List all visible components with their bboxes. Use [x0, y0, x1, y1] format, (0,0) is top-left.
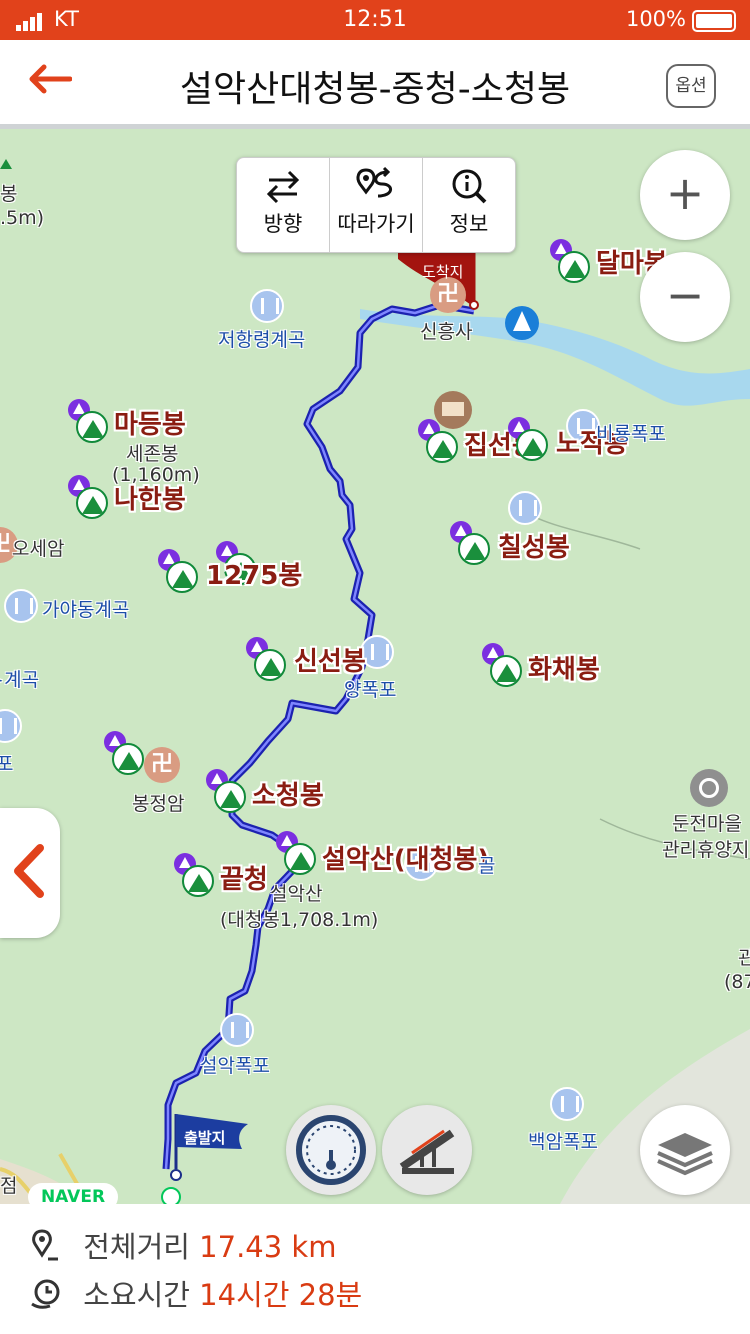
- forest-icon: [505, 306, 539, 340]
- place-label: 신흥사: [420, 321, 473, 343]
- app-header: 설악산대청봉-중청-소청봉 옵션: [0, 40, 750, 124]
- direction-label: 방향: [263, 212, 303, 236]
- page-title: 설악산대청봉-중청-소청봉: [179, 69, 571, 110]
- battery-icon: [692, 10, 736, 32]
- time-label: 소요시간: [83, 1278, 190, 1312]
- layers-icon: [657, 1133, 713, 1176]
- place-label: 관: [738, 947, 750, 969]
- peak-label[interactable]: 칠성봉: [498, 527, 570, 564]
- waterfall-icon: [508, 491, 542, 525]
- place-label: 관리휴양지: [662, 839, 750, 861]
- peak-label[interactable]: 소청봉: [252, 775, 324, 812]
- waterfall-icon: [220, 1013, 254, 1047]
- distance-value: 17.43 km: [199, 1230, 337, 1264]
- route-toolbar: 방향 따라가기 정보: [236, 157, 516, 253]
- end-marker-label: 도착지: [422, 263, 464, 281]
- place-label: 가야동계곡: [42, 599, 130, 621]
- waterfall-icon: [4, 589, 38, 623]
- place-label: 세존봉: [126, 443, 179, 465]
- place-label: 저항령계곡: [218, 329, 306, 351]
- peak-label[interactable]: 마등봉: [114, 404, 186, 441]
- waterfall-icon: [250, 289, 284, 323]
- landmark-icon: [434, 391, 472, 429]
- clock-icon: [30, 1278, 74, 1317]
- place-label: }계곡: [0, 669, 40, 691]
- speedometer-icon: [296, 1115, 366, 1185]
- place-label: 설악폭포: [200, 1055, 270, 1077]
- temple-icon: 卍: [430, 277, 466, 313]
- distance-label: 전체거리: [83, 1230, 190, 1264]
- distance-row: 전체거리 17.43 km: [30, 1224, 336, 1270]
- place-label: 양폭포: [344, 679, 397, 701]
- place-label: .5m): [0, 207, 45, 229]
- route-summary: 전체거리 17.43 km 소요시간 14시간 28분: [0, 1204, 750, 1334]
- elevation-button[interactable]: [382, 1105, 472, 1195]
- battery-percent: 100%: [625, 7, 686, 31]
- chevron-left-icon: [10, 842, 46, 909]
- slope-icon: [399, 1129, 455, 1174]
- waterfall-icon: [550, 1087, 584, 1121]
- info-button[interactable]: 정보: [423, 158, 515, 252]
- status-bar: KT 12:51 100%: [0, 0, 750, 40]
- time-row: 소요시간 14시간 28분: [30, 1272, 362, 1317]
- peak-label[interactable]: 신선봉: [294, 641, 366, 678]
- peak-label[interactable]: 설악산(대청봉): [322, 839, 489, 876]
- follow-button[interactable]: 따라가기: [330, 158, 423, 252]
- temple-icon: 卍: [144, 747, 180, 783]
- info-label: 정보: [449, 212, 489, 236]
- place-label: 골: [478, 855, 496, 877]
- peak-label[interactable]: 끝청: [220, 859, 268, 896]
- place-label: 설악산: [270, 883, 323, 905]
- side-panel-toggle[interactable]: [0, 808, 60, 938]
- start-marker-label: 출발지: [184, 1129, 226, 1147]
- place-label: 비룡폭포: [596, 423, 666, 445]
- layers-button[interactable]: [640, 1105, 730, 1195]
- place-label: 포: [0, 753, 14, 775]
- place-label: (대청봉1,708.1m): [220, 909, 379, 931]
- follow-label: 따라가기: [337, 212, 415, 236]
- campsite-icon: [690, 769, 728, 807]
- place-label: 백암폭포: [528, 1131, 598, 1153]
- time-value: 14시간 28분: [199, 1278, 363, 1312]
- place-label: 봉: [0, 183, 18, 205]
- swap-arrows-icon: [237, 158, 329, 206]
- zoom-in-button[interactable]: +: [640, 150, 730, 240]
- route-pin-icon: [30, 1228, 74, 1270]
- follow-route-icon: [330, 158, 422, 206]
- speedometer-button[interactable]: [286, 1105, 376, 1195]
- place-label: 봉정암: [132, 793, 185, 815]
- place-label: 둔전마을: [672, 813, 742, 835]
- peak-label[interactable]: 1275봉: [206, 555, 302, 592]
- map-view[interactable]: 卍 卍 卍 달마봉 마등봉 나한봉 1275봉 집선봉 노적봉 칠성봉 신선봉 …: [0, 129, 750, 1204]
- direction-button[interactable]: 방향: [237, 158, 330, 252]
- options-button[interactable]: 옵션: [666, 64, 716, 108]
- place-label: 오세암: [12, 538, 65, 560]
- peak-label[interactable]: 화채봉: [528, 649, 600, 686]
- zoom-out-button[interactable]: −: [640, 252, 730, 342]
- place-label: 점: [0, 1175, 18, 1197]
- info-search-icon: [423, 158, 515, 206]
- place-label: (87: [724, 971, 750, 993]
- place-label: (1,160m): [112, 464, 200, 486]
